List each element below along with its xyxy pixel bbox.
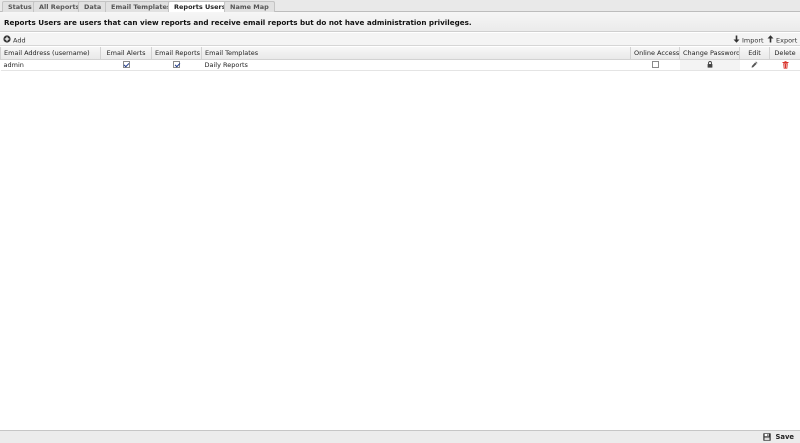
tab-data[interactable]: Data xyxy=(78,1,108,12)
tab-email-templates[interactable]: Email Templates xyxy=(105,1,177,12)
online-access-checkbox[interactable] xyxy=(651,61,659,68)
page-description: Reports Users are users that can view re… xyxy=(4,18,472,27)
import-label: Import xyxy=(742,36,764,45)
lock-icon[interactable] xyxy=(707,61,713,69)
users-table: Email Address (username) Email Alerts Em… xyxy=(0,47,800,71)
column-header-change-password[interactable]: Change Password xyxy=(679,47,740,60)
description-bar: Reports Users are users that can view re… xyxy=(0,12,800,32)
table-row[interactable]: admin Daily Reports xyxy=(0,59,800,71)
cell-email-templates: Daily Reports xyxy=(201,59,631,71)
toolbar: Add Import Export xyxy=(0,33,800,46)
save-label: Save xyxy=(775,433,794,441)
column-header-email-templates[interactable]: Email Templates xyxy=(201,47,631,60)
cell-email: admin xyxy=(0,59,101,71)
arrow-up-icon xyxy=(767,35,774,46)
export-button[interactable]: Export xyxy=(767,35,798,46)
floppy-disk-icon xyxy=(763,433,775,441)
email-reports-checkbox[interactable] xyxy=(173,61,180,68)
add-button[interactable]: Add xyxy=(3,35,26,46)
column-header-edit[interactable]: Edit xyxy=(739,47,770,60)
import-button[interactable]: Import xyxy=(733,35,764,46)
add-label: Add xyxy=(13,36,26,45)
export-label: Export xyxy=(776,36,798,45)
column-header-online-access[interactable]: Online Access xyxy=(630,47,680,60)
pencil-icon[interactable] xyxy=(751,61,758,69)
arrow-down-icon xyxy=(733,35,740,46)
tab-name-map[interactable]: Name Map xyxy=(224,1,275,12)
column-header-email-alerts[interactable]: Email Alerts xyxy=(100,47,152,60)
table-header-row: Email Address (username) Email Alerts Em… xyxy=(0,47,800,60)
trash-icon[interactable] xyxy=(782,60,789,69)
add-circle-icon xyxy=(3,35,11,46)
tab-bar: Status All Reports Data Email Templates … xyxy=(0,0,800,13)
column-header-email[interactable]: Email Address (username) xyxy=(0,47,101,60)
save-button[interactable]: Save xyxy=(763,433,794,442)
column-header-delete[interactable]: Delete xyxy=(769,47,800,60)
footer-bar: Save xyxy=(0,430,800,443)
email-alerts-checkbox[interactable] xyxy=(122,61,130,68)
column-header-email-reports[interactable]: Email Reports xyxy=(151,47,202,60)
